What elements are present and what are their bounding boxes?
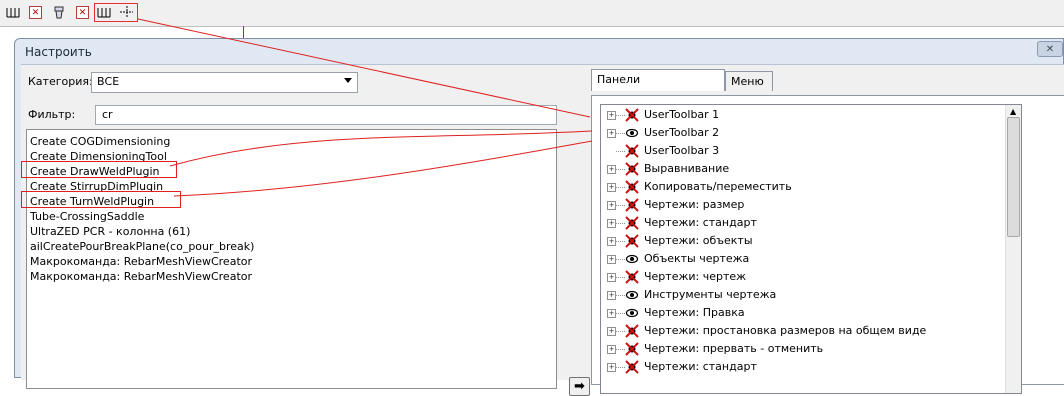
- annotation-line: [169, 130, 593, 167]
- annotation-line: [137, 18, 591, 118]
- arrow-right-icon: ➡: [574, 379, 585, 394]
- annotation-lines: [137, 18, 593, 197]
- add-to-toolbar-button[interactable]: ➡: [569, 377, 590, 396]
- annotation-line: [173, 140, 593, 197]
